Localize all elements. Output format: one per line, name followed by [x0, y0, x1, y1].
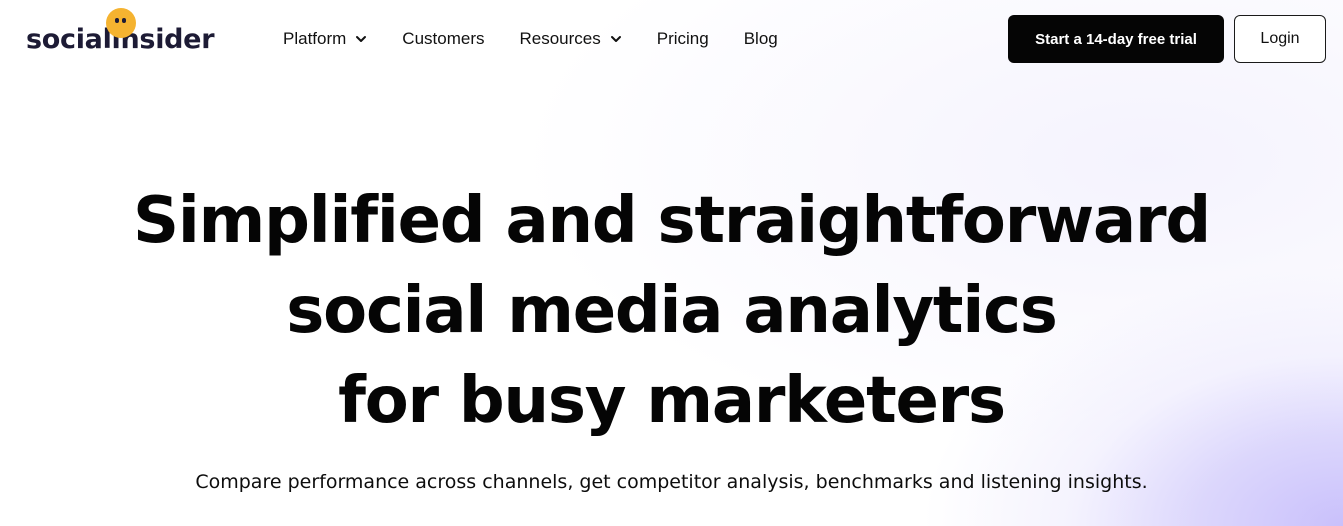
hero-section: Simplified and straightforward social me…	[0, 176, 1343, 446]
nav-item-platform[interactable]: Platform	[283, 29, 367, 49]
nav-item-customers[interactable]: Customers	[402, 29, 484, 49]
main-nav: Platform Customers Resources Pricing Blo…	[283, 28, 813, 50]
hero-title-line: social media analytics	[286, 274, 1058, 348]
chevron-down-icon	[610, 36, 621, 42]
start-free-trial-button[interactable]: Start a 14-day free trial	[1008, 15, 1224, 63]
nav-item-label: Resources	[519, 29, 601, 48]
brand-logo[interactable]: socialinsider	[26, 8, 226, 56]
smiley-logo-icon	[106, 8, 136, 38]
nav-item-pricing[interactable]: Pricing	[657, 29, 709, 49]
nav-item-label: Customers	[402, 29, 485, 48]
nav-item-label: Blog	[743, 29, 778, 48]
login-button[interactable]: Login	[1234, 15, 1326, 63]
hero-title: Simplified and straightforward social me…	[0, 176, 1343, 446]
hero-title-line: Simplified and straightforward	[133, 184, 1211, 258]
hero-title-line: for busy marketers	[338, 364, 1006, 438]
site-header: socialinsider Platform Customers Resourc…	[0, 0, 1343, 78]
hero-subtitle: Compare performance across channels, get…	[195, 471, 1148, 493]
nav-item-label: Platform	[283, 29, 347, 48]
nav-item-blog[interactable]: Blog	[744, 29, 778, 49]
chevron-down-icon	[356, 36, 367, 42]
nav-item-resources[interactable]: Resources	[519, 29, 621, 49]
nav-item-label: Pricing	[656, 29, 709, 48]
